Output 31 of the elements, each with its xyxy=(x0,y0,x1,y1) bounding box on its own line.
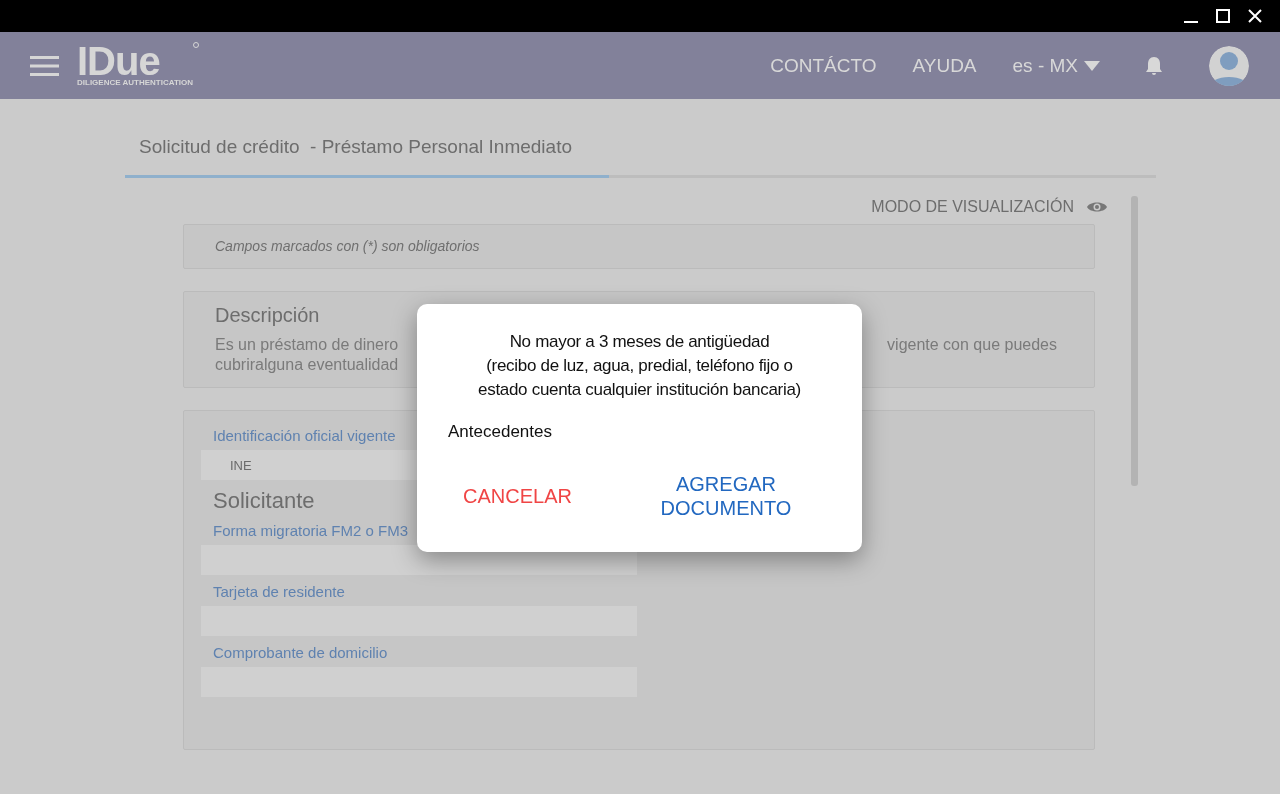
caret-icon xyxy=(1084,60,1100,71)
close-icon[interactable] xyxy=(1246,7,1264,25)
scrollbar[interactable] xyxy=(1131,196,1138,486)
dialog-message: estado cuenta cualquier institución bancaria) xyxy=(477,379,802,401)
field-label: Forma migratoria FM2 o FM3 xyxy=(213,522,409,539)
maximize-icon[interactable] xyxy=(1214,7,1232,25)
dialog-message: (recibo de luz, agua, predial, teléfono fijo o xyxy=(485,355,794,377)
section-heading: Solicitante xyxy=(213,488,315,514)
nav-link[interactable]: AYUDA xyxy=(912,54,977,77)
description-text: cubriralguna eventualidad xyxy=(215,355,399,375)
view-mode-label: MODO DE VISUALIZACIÓN xyxy=(871,198,1074,216)
page-tab[interactable]: Solicitud de crédito - Préstamo Personal Inmediato xyxy=(125,129,609,178)
required-note: Campos marcados con (*) son obligatorios xyxy=(215,238,480,254)
field-label: Tarjeta de residente xyxy=(213,583,345,600)
description-text: Es un préstamo de dinero xyxy=(215,335,399,355)
description-title: Descripción xyxy=(215,304,321,327)
registered-icon xyxy=(193,41,199,48)
logo-text: IDue xyxy=(77,43,160,78)
bell-icon[interactable] xyxy=(1144,54,1164,77)
dialog-message: No mayor a 3 meses de antigüedad xyxy=(508,331,771,353)
description-text: vigente con que puedes xyxy=(887,335,1057,355)
nav-link[interactable]: CONTÁCTO xyxy=(770,54,877,77)
add-document-button[interactable]: AGREGAR DOCUMENTO xyxy=(635,472,816,520)
language-selector[interactable]: es - MX xyxy=(1012,54,1100,77)
field-label: Comprobante de domicilio xyxy=(213,644,388,661)
menu-icon[interactable] xyxy=(30,54,59,77)
cancel-button[interactable]: CANCELAR xyxy=(463,484,572,508)
avatar-icon[interactable] xyxy=(1208,44,1250,87)
logo-tagline: DILIGENCE AUTHENTICATION xyxy=(77,77,193,88)
dialog-subtitle: Antecedentes xyxy=(448,422,553,442)
field-label: Identificación oficial vigente xyxy=(213,427,396,444)
